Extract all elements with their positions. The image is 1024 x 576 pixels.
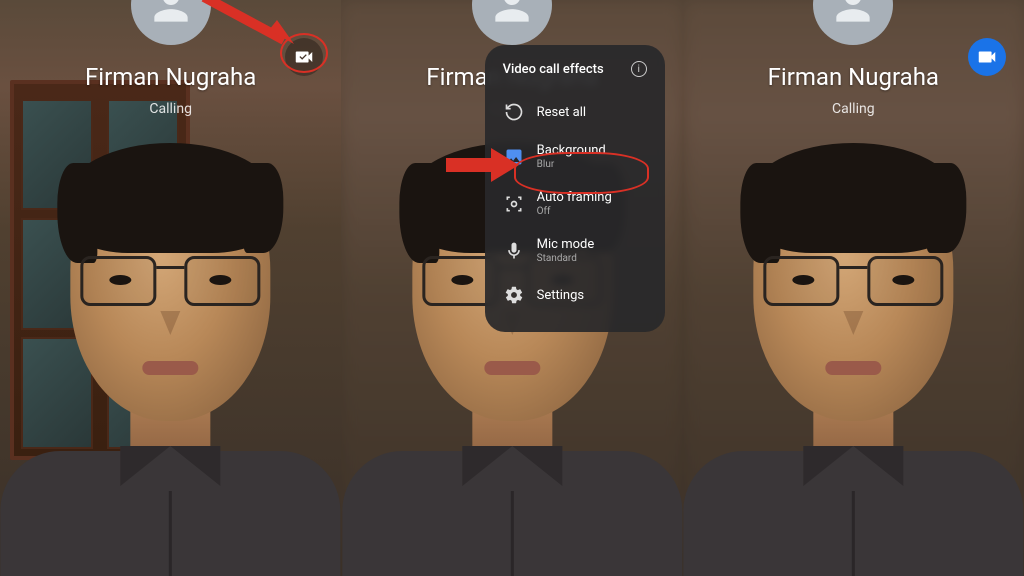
screenshot-panel-1: Firman Nugraha Calling — [0, 0, 341, 576]
screenshot-panel-3: Firman Nugraha Calling — [683, 0, 1024, 576]
mic-mode-menu-item[interactable]: Mic mode Standard — [499, 227, 651, 274]
self-video-preview — [0, 161, 341, 576]
contact-name: Firman Nugraha — [85, 63, 256, 91]
avatar — [472, 0, 552, 45]
menu-title: Video call effects — [503, 62, 604, 77]
mic-icon — [503, 240, 525, 262]
gear-icon — [503, 284, 525, 306]
video-effects-icon — [293, 46, 315, 68]
video-effects-button[interactable] — [968, 38, 1006, 76]
image-icon — [503, 146, 525, 168]
frame-icon — [503, 193, 525, 215]
video-effects-icon — [976, 46, 998, 68]
settings-menu-item[interactable]: Settings — [499, 274, 651, 316]
avatar — [813, 0, 893, 45]
info-icon[interactable]: i — [631, 61, 647, 77]
auto-framing-menu-item[interactable]: Auto framing Off — [499, 180, 651, 227]
reset-all-button[interactable]: Reset all — [499, 91, 651, 133]
background-menu-item[interactable]: Background Blur — [499, 133, 651, 180]
reset-icon — [503, 101, 525, 123]
call-status: Calling — [149, 101, 192, 117]
video-effects-menu: Video call effects i Reset all Backgroun… — [485, 45, 665, 332]
self-video-preview — [683, 161, 1024, 576]
screenshot-panel-2: Firman Nugraha Calling Video call effect… — [341, 0, 682, 576]
call-status: Calling — [832, 101, 875, 117]
contact-name: Firman Nugraha — [768, 63, 939, 91]
avatar — [131, 0, 211, 45]
